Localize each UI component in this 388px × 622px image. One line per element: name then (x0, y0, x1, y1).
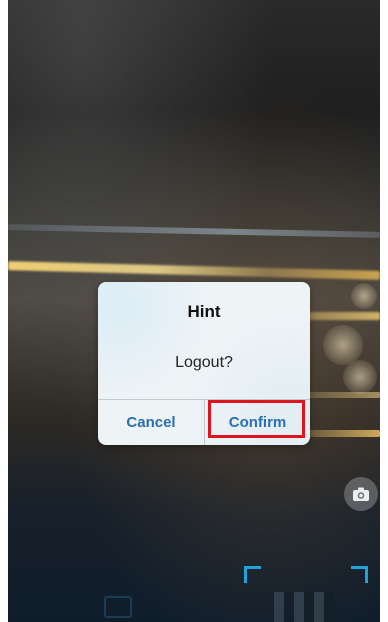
bokeh-light (343, 360, 377, 394)
camera-icon (353, 487, 369, 501)
scan-frame-corner (351, 566, 368, 583)
dialog-title: Hint (187, 302, 221, 321)
cancel-button[interactable]: Cancel (98, 400, 204, 445)
logout-dialog: Hint Logout? Cancel Confirm (98, 282, 310, 445)
light-streak (8, 261, 380, 280)
bokeh-light (351, 283, 377, 309)
album-icon[interactable] (104, 596, 132, 618)
dialog-message: Logout? (175, 354, 233, 371)
qr-preview (274, 592, 334, 622)
confirm-button[interactable]: Confirm (204, 400, 310, 445)
scan-frame-corner (244, 566, 261, 583)
bokeh-light (323, 325, 363, 365)
light-streak (8, 224, 380, 238)
camera-switch-button[interactable] (344, 477, 378, 511)
scan-frame (244, 566, 368, 622)
